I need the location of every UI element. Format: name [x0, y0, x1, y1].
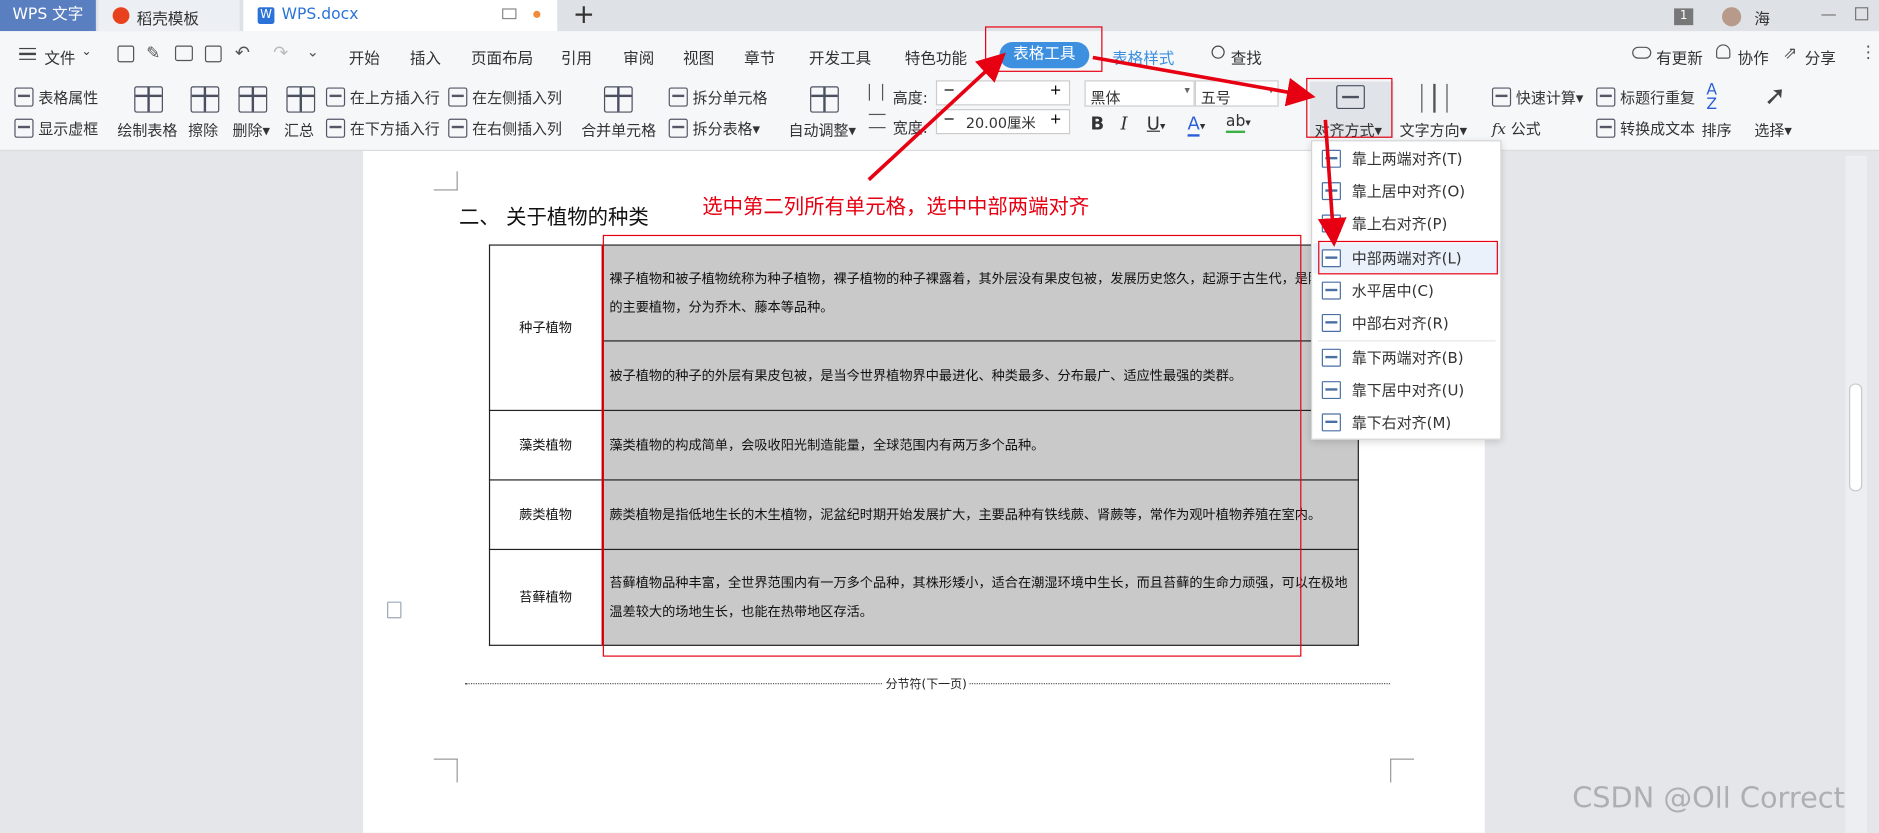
arrow-to-table-tools [867, 52, 1006, 182]
watermark: CSDN @Oll Correct [1572, 781, 1845, 815]
wps-window: WPS 文字 稻壳模板 W WPS.docx + 1 海 文件 ⌄ ✎ ↶ ↷ … [0, 0, 1879, 833]
annotation-arrows [867, 52, 1347, 247]
arrow-to-align [1092, 55, 1316, 107]
arrow-to-menu-item [1317, 119, 1347, 247]
